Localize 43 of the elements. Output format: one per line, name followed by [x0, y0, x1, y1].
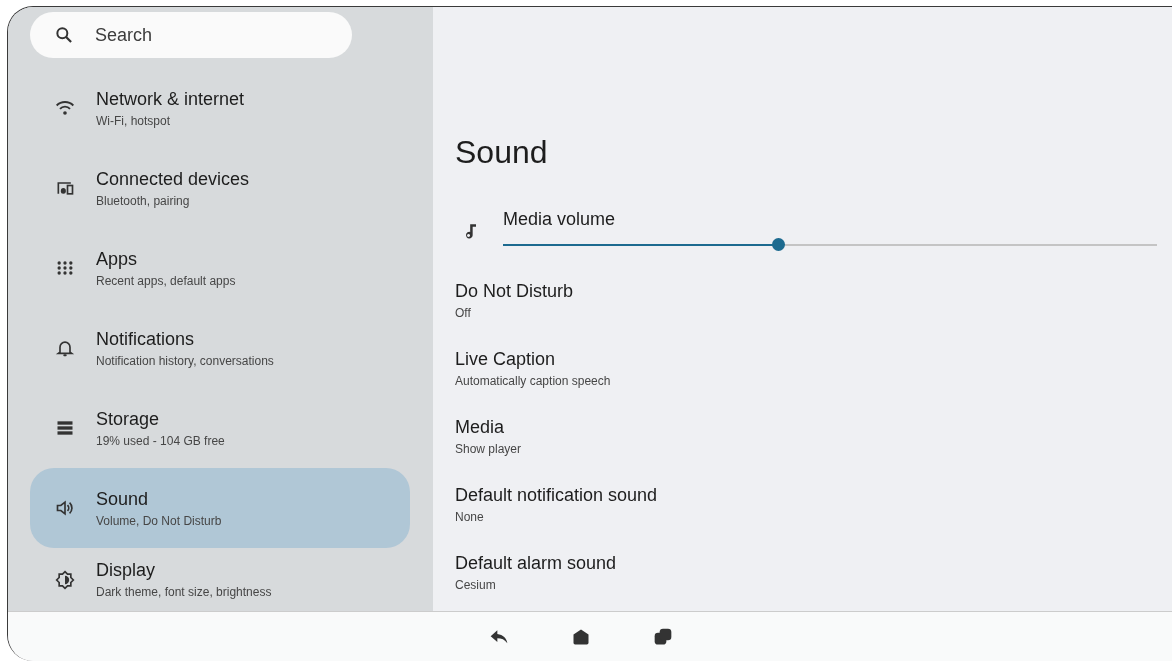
- recents-icon: [653, 626, 673, 647]
- speaker-icon: [55, 498, 75, 518]
- setting-title: Media volume: [503, 208, 617, 230]
- setting-subtitle: Show player: [455, 440, 523, 457]
- item-title: Display: [96, 559, 157, 581]
- page-title: Sound: [455, 133, 549, 172]
- item-subtitle: Volume, Do Not Disturb: [96, 512, 222, 529]
- nav-item[interactable]: Sound Volume, Do Not Disturb: [30, 468, 410, 548]
- item-title: Connected devices: [96, 167, 250, 190]
- nav-item[interactable]: Notifications Notification history, conversations: [30, 308, 410, 388]
- item-title: Apps: [96, 247, 139, 270]
- wifi-icon: [55, 98, 75, 118]
- setting-subtitle: Off: [455, 304, 472, 321]
- storage-icon: [55, 418, 75, 438]
- setting-title: Do Not Disturb: [455, 279, 575, 302]
- setting-title: Default notification sound: [455, 483, 659, 506]
- item-subtitle: Bluetooth, pairing: [96, 192, 191, 209]
- nav-item[interactable]: Apps Recent apps, default apps: [30, 228, 410, 308]
- item-title: Notifications: [96, 327, 196, 350]
- setting-subtitle: Cesium: [455, 576, 497, 593]
- search-field[interactable]: Search: [30, 12, 352, 58]
- nav-item[interactable]: Storage 19% used - 104 GB free: [30, 388, 410, 468]
- setting-title: Media: [455, 415, 506, 438]
- item-title: Storage: [96, 407, 161, 430]
- search-icon: [54, 25, 74, 45]
- slider-thumb[interactable]: [771, 238, 785, 251]
- brightness-icon: [55, 569, 75, 590]
- setting-title: Live Caption: [455, 347, 557, 370]
- setting-title: Default alarm sound: [455, 551, 618, 574]
- item-title: Sound: [96, 487, 150, 510]
- item-subtitle: Dark theme, font size, brightness: [96, 584, 272, 600]
- setting-subtitle: Automatically caption speech: [455, 372, 612, 389]
- item-subtitle: Recent apps, default apps: [96, 272, 236, 289]
- nav-item[interactable]: Network & internet Wi-Fi, hotspot: [30, 68, 410, 148]
- nav-item[interactable]: Display Dark theme, font size, brightness: [30, 548, 410, 611]
- item-subtitle: Notification history, conversations: [96, 352, 274, 369]
- setting-subtitle: None: [455, 508, 485, 525]
- grid-icon: [55, 258, 75, 278]
- item-subtitle: 19% used - 104 GB free: [96, 432, 225, 449]
- bell-icon: [55, 338, 75, 358]
- item-subtitle: Wi-Fi, hotspot: [96, 112, 171, 129]
- item-title: Network & internet: [96, 87, 245, 110]
- nav-item[interactable]: Connected devices Bluetooth, pairing: [30, 148, 410, 228]
